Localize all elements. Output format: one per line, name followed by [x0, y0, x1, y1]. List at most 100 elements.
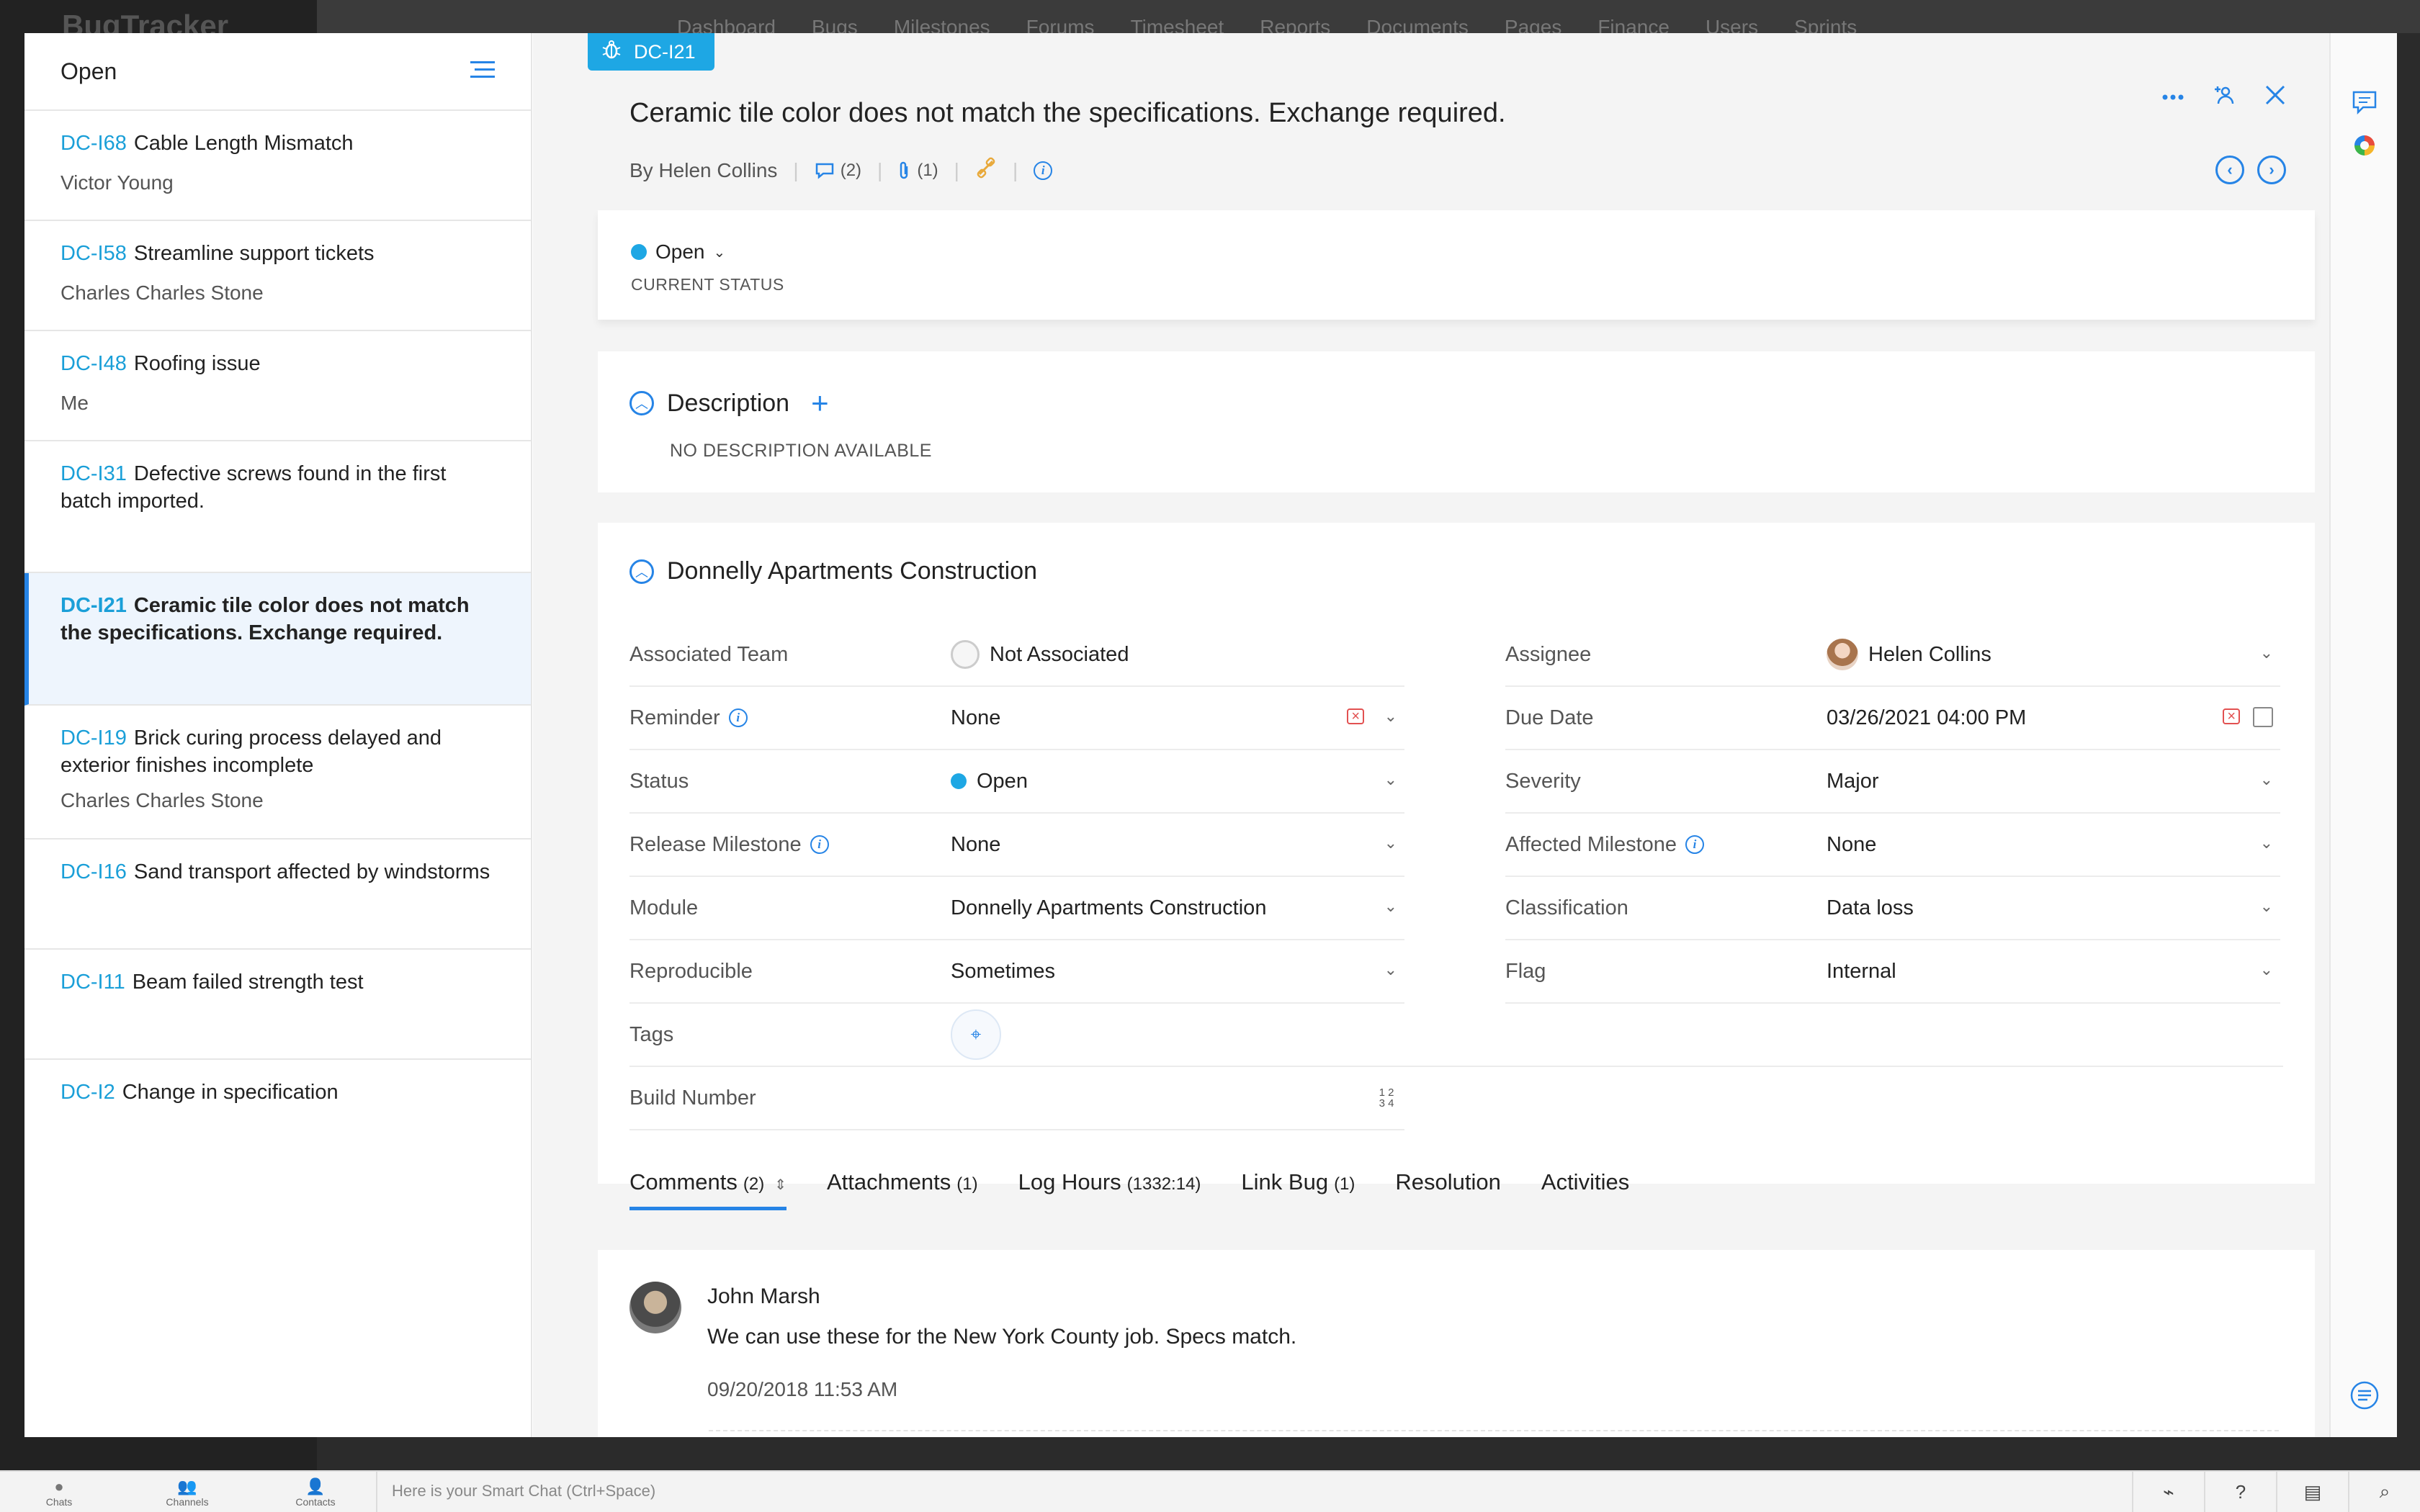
field-associated-team[interactable]: Associated Team Not Associated: [629, 624, 1404, 687]
field-reminder[interactable]: Reminder i None × ⌄: [629, 687, 1404, 750]
issue-title: Cable Length Mismatch: [133, 132, 354, 155]
clear-icon[interactable]: ×: [2223, 708, 2240, 724]
tab-attachments[interactable]: Attachments (1): [827, 1169, 978, 1210]
field-severity[interactable]: Severity Major ⌄: [1505, 750, 2280, 814]
field-release-milestone[interactable]: Release Milestone i None ⌄: [629, 814, 1404, 877]
notes-icon[interactable]: ▤: [2276, 1472, 2348, 1512]
tab-comments[interactable]: Comments (2) ⇕: [629, 1169, 786, 1210]
tab-resolution[interactable]: Resolution: [1395, 1169, 1500, 1210]
status-dropdown[interactable]: Open ⌄: [631, 240, 2282, 264]
issue-id-badge: DC-I21: [588, 33, 714, 71]
field-status[interactable]: Status Open ⌄: [629, 750, 1404, 814]
chats-button[interactable]: ● Chats: [16, 1477, 102, 1508]
no-description-text: NO DESCRIPTION AVAILABLE: [670, 441, 932, 461]
fields-right-column: Assignee Helen Collins ⌄ Due Date 03/26/…: [1505, 624, 2280, 1004]
chat-icon[interactable]: [2350, 88, 2379, 117]
comment-text: We can use these for the New York County…: [707, 1325, 1297, 1349]
field-reproducible[interactable]: Reproducible Sometimes ⌄: [629, 940, 1404, 1004]
team-avatar: [951, 640, 980, 669]
list-item[interactable]: DC-I68 Cable Length Mismatch Victor Young: [24, 111, 531, 221]
list-item[interactable]: DC-I16 Sand transport affected by windsto…: [24, 840, 531, 950]
chevron-down-icon: ⌄: [2259, 644, 2273, 662]
issue-assignee: Charles Charles Stone: [60, 282, 264, 304]
status-value: Open: [655, 240, 705, 263]
channels-icon: 👥: [177, 1477, 197, 1495]
info-icon[interactable]: i: [728, 708, 748, 727]
list-item-active[interactable]: DC-I21 Ceramic tile color does not match …: [24, 573, 531, 706]
chevron-down-icon: ⌄: [713, 244, 726, 261]
chevron-down-icon: ⌄: [2259, 770, 2273, 788]
collapse-icon[interactable]: ︿: [629, 391, 654, 415]
calendar-icon[interactable]: [2253, 707, 2273, 727]
list-item[interactable]: DC-I31 Defective screws found in the firs…: [24, 441, 531, 573]
issue-key: DC-I11: [60, 971, 125, 994]
list-item[interactable]: DC-I2 Change in specification: [24, 1060, 531, 1168]
add-tag-icon[interactable]: ⌖: [951, 1009, 1001, 1060]
issue-key: DC-I19: [60, 726, 127, 750]
list-menu-circle-icon[interactable]: [2350, 1381, 2379, 1410]
follow-users-icon[interactable]: [2213, 84, 2236, 110]
issue-key: DC-I21: [60, 594, 127, 617]
chevron-down-icon: ⌄: [1384, 770, 1397, 788]
issue-title: Streamline support tickets: [133, 242, 375, 265]
search-icon[interactable]: ⌕: [2348, 1472, 2420, 1512]
info-icon[interactable]: i: [1685, 835, 1705, 854]
current-status-label: CURRENT STATUS: [631, 275, 784, 294]
detail-tabs: Comments (2) ⇕ Attachments (1) Log Hours (13…: [629, 1169, 1629, 1210]
chevron-down-icon: ⌄: [2259, 960, 2273, 978]
chevron-down-icon: ⌄: [1384, 834, 1397, 852]
list-header: Open: [24, 33, 531, 111]
issue-key: DC-I58: [60, 242, 127, 265]
comment-divider: [709, 1430, 2279, 1431]
field-assignee[interactable]: Assignee Helen Collins ⌄: [1505, 624, 2280, 687]
comments-card: John Marsh We can use these for the New …: [598, 1250, 2315, 1437]
issue-modal: Open DC-I68 Cable Length Mismatch Victor …: [24, 33, 2397, 1437]
chevron-down-icon: ⌄: [1384, 707, 1397, 725]
field-build-number[interactable]: Build Number 1 2 3 4: [629, 1067, 1404, 1130]
field-module[interactable]: Module Donnelly Apartments Construction …: [629, 877, 1404, 940]
issue-title-heading[interactable]: Ceramic tile color does not match the sp…: [629, 98, 1506, 129]
top-actions: [2162, 84, 2286, 110]
comment-date: 09/20/2018 11:53 AM: [707, 1378, 898, 1400]
comment-item: John Marsh We can use these for the New …: [629, 1282, 2283, 1401]
issue-assignee: Charles Charles Stone: [60, 789, 264, 811]
list-title: Open: [60, 58, 117, 84]
tab-log-hours[interactable]: Log Hours (1332:14): [1018, 1169, 1201, 1210]
sort-icon[interactable]: ⇕: [774, 1176, 786, 1194]
field-flag[interactable]: Flag Internal ⌄: [1505, 940, 2280, 1004]
issue-key: DC-I68: [60, 132, 127, 155]
clear-icon[interactable]: ×: [1347, 708, 1364, 724]
field-classification[interactable]: Classification Data loss ⌄: [1505, 877, 2280, 940]
link-icon[interactable]: [975, 157, 997, 184]
list-item[interactable]: DC-I19 Brick curing process delayed and e…: [24, 706, 531, 840]
list-item[interactable]: DC-I11 Beam failed strength test: [24, 950, 531, 1060]
list-item[interactable]: DC-I58 Streamline support tickets Charles…: [24, 221, 531, 331]
tab-link-bug[interactable]: Link Bug (1): [1241, 1169, 1355, 1210]
close-icon[interactable]: [2264, 84, 2286, 109]
attachments-meta[interactable]: (1): [898, 161, 938, 181]
channels-button[interactable]: 👥 Channels: [144, 1477, 230, 1508]
bottom-taskbar: ● Chats 👥 Channels 👤 Contacts Here is your …: [0, 1470, 2420, 1512]
tab-activities[interactable]: Activities: [1541, 1169, 1629, 1210]
field-due-date[interactable]: Due Date 03/26/2021 04:00 PM ×: [1505, 687, 2280, 750]
list-item[interactable]: DC-I48 Roofing issue Me: [24, 331, 531, 441]
add-description-icon[interactable]: +: [811, 386, 829, 420]
contacts-button[interactable]: 👤 Contacts: [272, 1477, 359, 1508]
chevron-down-icon: ⌄: [2259, 834, 2273, 852]
color-wheel-icon[interactable]: [2350, 131, 2379, 160]
issue-title: Sand transport affected by windstorms: [133, 860, 490, 883]
previous-issue-icon[interactable]: ‹: [2215, 156, 2244, 184]
more-options-icon[interactable]: [2162, 91, 2184, 104]
help-icon[interactable]: ?: [2204, 1472, 2276, 1512]
field-affected-milestone[interactable]: Affected Milestone i None ⌄: [1505, 814, 2280, 877]
plug-icon[interactable]: ⌁: [2132, 1472, 2204, 1512]
project-heading: Donnelly Apartments Construction: [667, 557, 1038, 585]
list-menu-icon[interactable]: [470, 60, 495, 84]
description-card: ︿ Description + NO DESCRIPTION AVAILABLE: [598, 351, 2315, 492]
info-icon[interactable]: i: [1034, 161, 1053, 180]
collapse-icon[interactable]: ︿: [629, 559, 654, 584]
info-icon[interactable]: i: [810, 835, 829, 854]
smart-chat-input[interactable]: Here is your Smart Chat (Ctrl+Space): [376, 1472, 2119, 1512]
next-issue-icon[interactable]: ›: [2257, 156, 2286, 184]
comments-meta[interactable]: (2): [815, 161, 861, 181]
